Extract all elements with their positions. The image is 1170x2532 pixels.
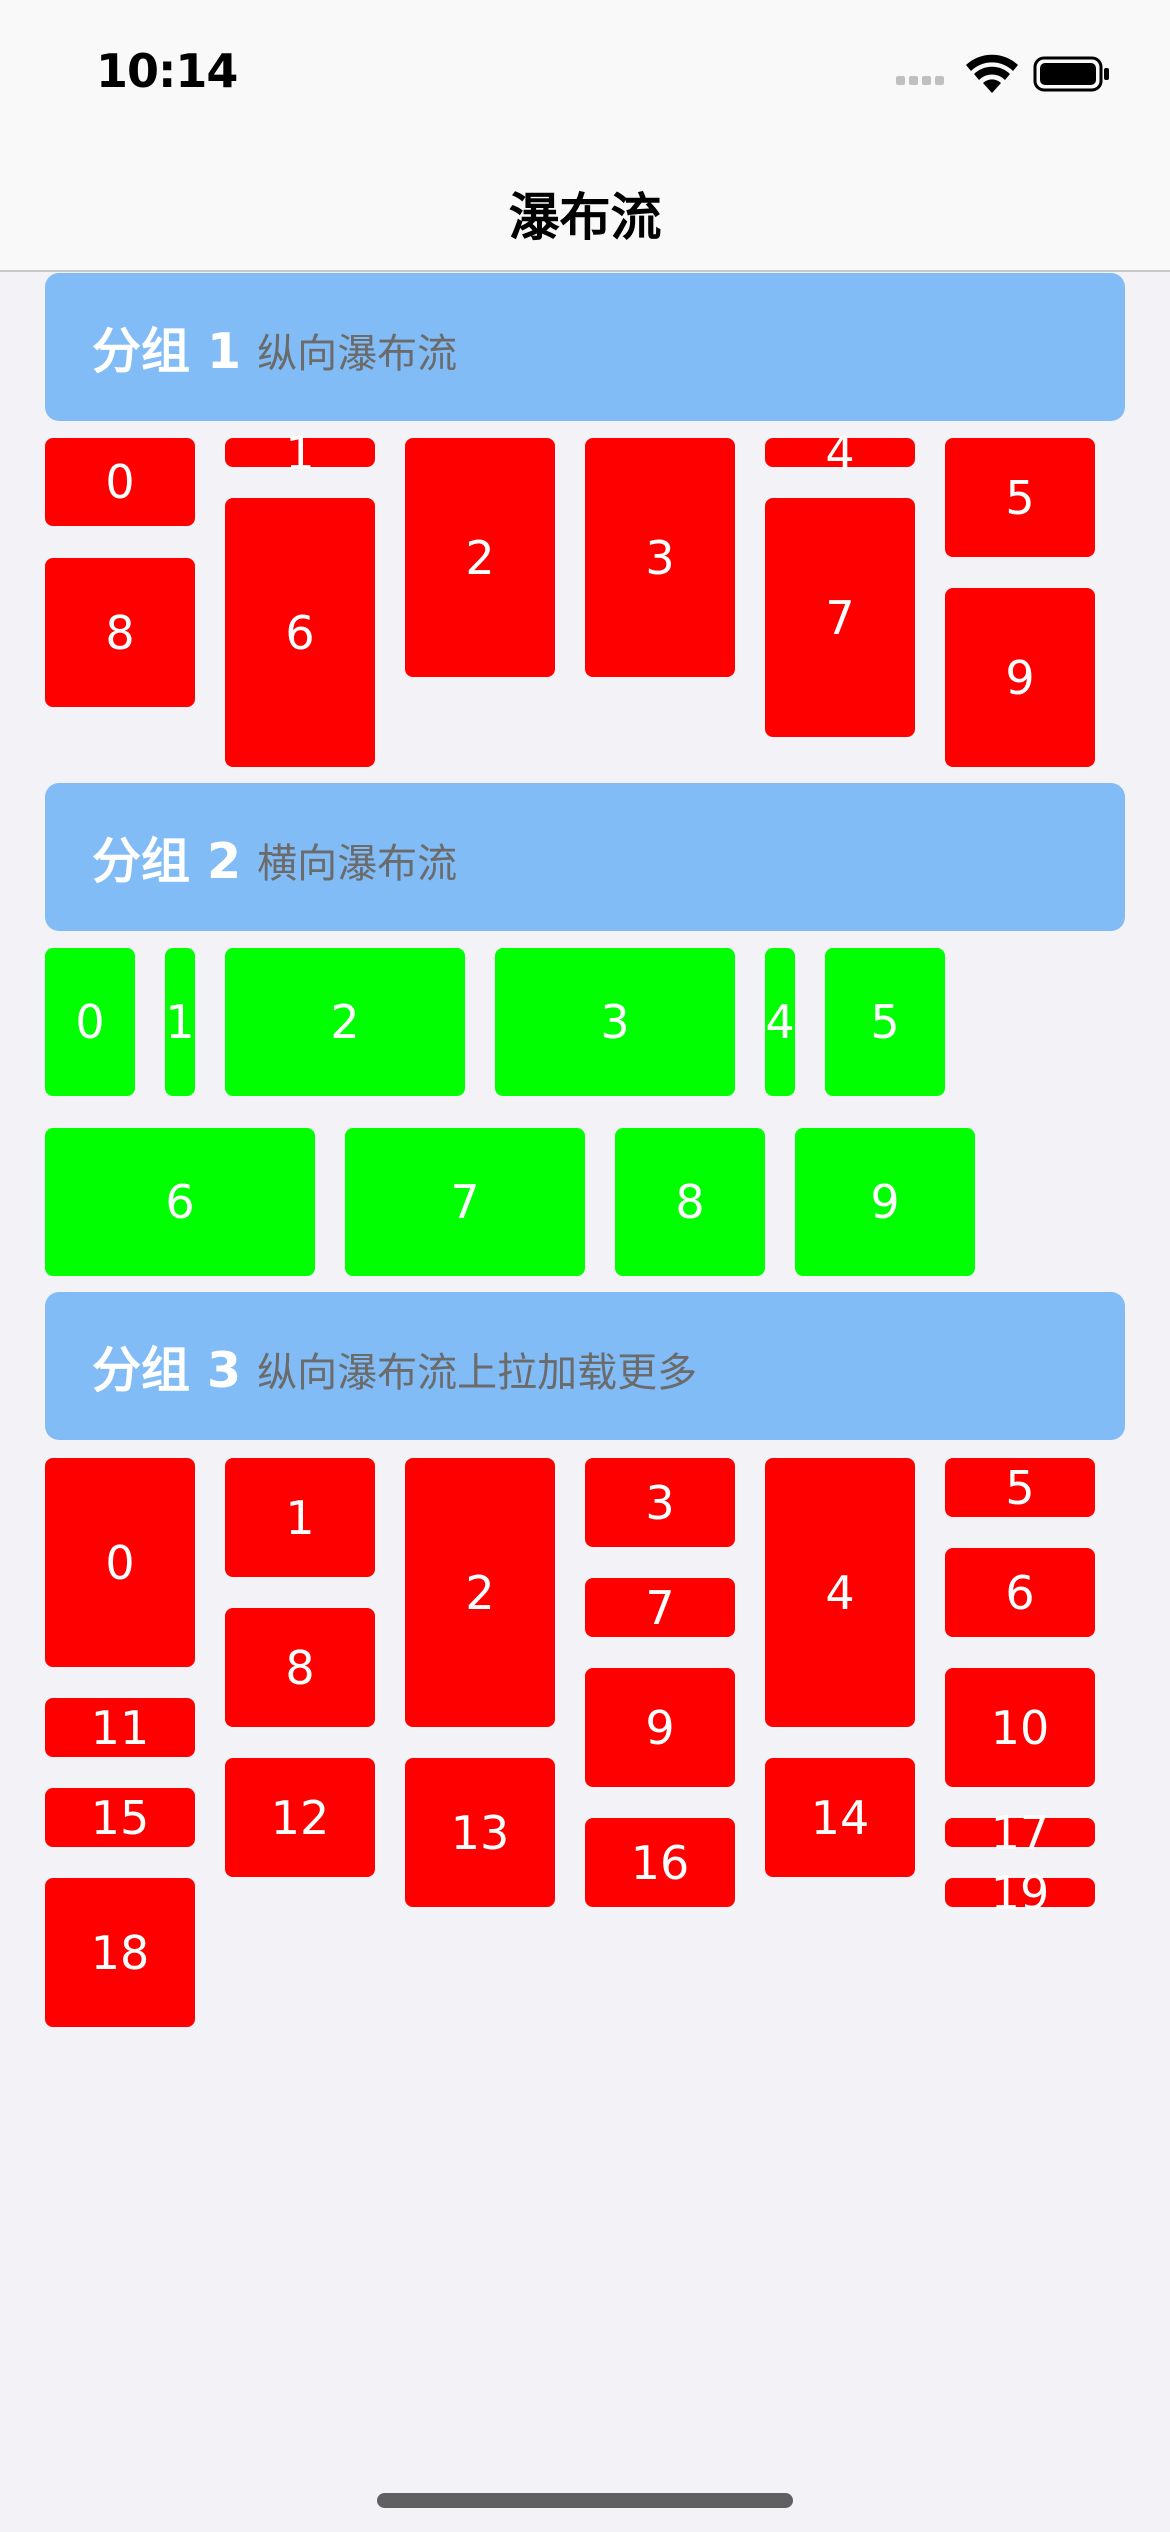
navigation-bar: 瀑布流 — [0, 140, 1170, 272]
waterfall-cell[interactable]: 17 — [945, 1810, 1095, 1856]
waterfall-cell[interactable]: 5 — [825, 948, 945, 1096]
waterfall-cell[interactable]: 16 — [585, 1818, 735, 1907]
waterfall-cell[interactable]: 3 — [585, 438, 735, 677]
waterfall-cell[interactable]: 8 — [225, 1608, 375, 1727]
waterfall-cell[interactable]: 1 — [225, 430, 375, 476]
home-indicator[interactable] — [377, 2493, 793, 2508]
waterfall-cell[interactable]: 2 — [405, 438, 555, 677]
waterfall-cell[interactable]: 7 — [345, 1128, 585, 1276]
waterfall-cell[interactable]: 19 — [945, 1870, 1095, 1916]
waterfall-cell[interactable]: 12 — [225, 1758, 375, 1877]
waterfall-cell[interactable]: 14 — [765, 1758, 915, 1877]
section-subtitle: 横向瀑布流 — [257, 841, 458, 887]
waterfall-cell[interactable]: 4 — [765, 1458, 915, 1727]
waterfall-cell[interactable]: 7 — [765, 498, 915, 737]
waterfall-cell[interactable]: 2 — [225, 948, 465, 1096]
waterfall-cell[interactable]: 9 — [585, 1668, 735, 1787]
waterfall-cell[interactable]: 8 — [615, 1128, 765, 1276]
waterfall-cell[interactable]: 1 — [165, 948, 195, 1096]
section-subtitle: 纵向瀑布流上拉加载更多 — [257, 1350, 698, 1396]
waterfall-cell[interactable]: 4 — [765, 948, 795, 1096]
waterfall-cell[interactable]: 3 — [495, 948, 735, 1096]
waterfall-cell[interactable]: 18 — [45, 1878, 195, 2027]
section-title: 分组 2 — [92, 832, 242, 890]
waterfall-cell[interactable]: 0 — [45, 948, 135, 1096]
waterfall-cell[interactable]: 7 — [585, 1578, 735, 1637]
wifi-icon — [966, 54, 1018, 93]
status-bar: 10:14 — [0, 0, 1170, 140]
waterfall-cell[interactable]: 5 — [945, 1458, 1095, 1517]
section-title: 分组 1 — [92, 322, 242, 380]
waterfall-cell[interactable]: 13 — [405, 1758, 555, 1907]
section-subtitle: 纵向瀑布流 — [257, 331, 458, 377]
waterfall-cell[interactable]: 9 — [795, 1128, 975, 1276]
battery-icon — [1033, 56, 1109, 92]
section-title: 分组 3 — [92, 1341, 242, 1399]
waterfall-cell[interactable]: 6 — [225, 498, 375, 767]
status-time: 10:14 — [96, 44, 238, 98]
waterfall-cell[interactable]: 6 — [945, 1548, 1095, 1637]
waterfall-cell[interactable]: 15 — [45, 1788, 195, 1847]
waterfall-cell[interactable]: 6 — [45, 1128, 315, 1276]
section-header-2: 分组 2 横向瀑布流 — [45, 783, 1125, 931]
waterfall-cell[interactable]: 1 — [225, 1458, 375, 1577]
waterfall-cell[interactable]: 5 — [945, 438, 1095, 557]
status-icons — [892, 52, 1112, 96]
section-header-1: 分组 1 纵向瀑布流 — [45, 273, 1125, 421]
waterfall-cell[interactable]: 4 — [765, 430, 915, 476]
waterfall-cell[interactable]: 9 — [945, 588, 1095, 767]
status-icons-svg — [896, 54, 1109, 93]
section-header-3: 分组 3 纵向瀑布流上拉加载更多 — [45, 1292, 1125, 1440]
waterfall-cell[interactable]: 0 — [45, 1458, 195, 1667]
waterfall-cell[interactable]: 3 — [585, 1458, 735, 1547]
waterfall-cell[interactable]: 8 — [45, 558, 195, 707]
waterfall-cell[interactable]: 2 — [405, 1458, 555, 1727]
waterfall-cell[interactable]: 11 — [45, 1698, 195, 1757]
waterfall-cell[interactable]: 0 — [45, 438, 195, 526]
nav-title: 瀑布流 — [508, 189, 662, 248]
waterfall-cell[interactable]: 10 — [945, 1668, 1095, 1787]
cellular-signal-icon — [896, 76, 944, 85]
